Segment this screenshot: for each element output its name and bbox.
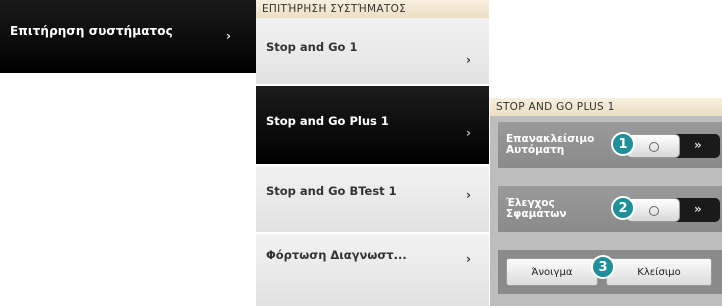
fault-check-row: Έλεγχος Σφαμάτων »	[498, 186, 722, 232]
close-button[interactable]: Κλείσιμο	[606, 258, 712, 286]
list-item-stop-and-go-1[interactable]: Stop and Go 1 ›	[256, 18, 489, 84]
list-item-diagnostics-upload[interactable]: Φόρτωση Διαγνωστ... ›	[256, 234, 489, 306]
chevron-right-icon: ›	[466, 188, 471, 202]
fault-check-toggle[interactable]: »	[626, 198, 720, 222]
list-item-label: Stop and Go BTest 1	[266, 184, 397, 198]
system-monitoring-panel: ΕΠΙΤΉΡΗΣΗ ΣΥΣΤΉΜΑΤΟΣ Stop and Go 1 › Sto…	[256, 0, 489, 306]
system-monitoring-menu[interactable]: Επιτήρηση συστήματος ›	[0, 0, 256, 73]
circle-icon	[649, 206, 659, 216]
panel-title: STOP AND GO PLUS 1	[490, 98, 722, 116]
list-item-label: Stop and Go 1	[266, 40, 358, 54]
auto-reclose-label: Επανακλείσιμο Αυτόματη	[506, 133, 595, 156]
callout-badge-2: 2	[611, 196, 635, 220]
list-item-label: Stop and Go Plus 1	[266, 114, 389, 128]
auto-reclose-row: Επανακλείσιμο Αυτόματη »	[498, 122, 722, 168]
auto-reclose-toggle[interactable]: »	[626, 134, 720, 158]
chevron-right-icon: ›	[466, 53, 471, 67]
chevron-right-icon: ›	[466, 126, 471, 140]
open-button[interactable]: Άνοιγμα	[506, 258, 598, 286]
chevron-right-icon: ›	[226, 29, 231, 43]
chevron-right-icon: ›	[466, 252, 471, 266]
list-item-stop-and-go-btest-1[interactable]: Stop and Go BTest 1 ›	[256, 166, 489, 232]
panel-title: ΕΠΙΤΉΡΗΣΗ ΣΥΣΤΉΜΑΤΟΣ	[256, 0, 489, 18]
list-item-stop-and-go-plus-1[interactable]: Stop and Go Plus 1 ›	[256, 86, 489, 164]
list-item-label: Φόρτωση Διαγνωστ...	[266, 248, 407, 262]
callout-badge-1: 1	[611, 132, 635, 156]
double-chevron-right-icon: »	[694, 138, 702, 152]
fault-check-label: Έλεγχος Σφαμάτων	[506, 197, 567, 220]
system-monitoring-label: Επιτήρηση συστήματος	[10, 24, 173, 38]
circle-icon	[649, 142, 659, 152]
double-chevron-right-icon: »	[694, 202, 702, 216]
callout-badge-3: 3	[591, 255, 615, 279]
